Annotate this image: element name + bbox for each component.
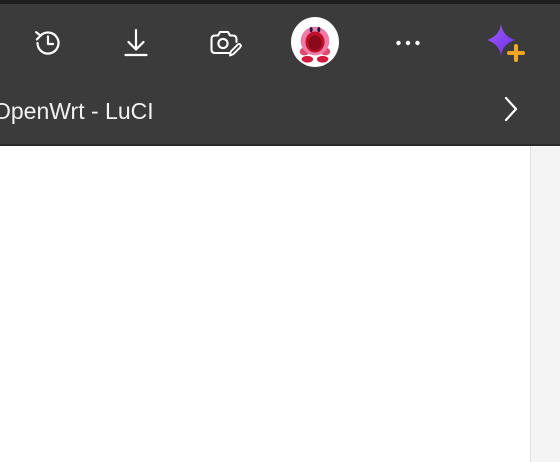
tab-scroll-right-button[interactable] [494, 93, 526, 125]
downloads-button[interactable] [114, 21, 158, 65]
chevron-right-icon [504, 96, 518, 122]
page-content [0, 146, 530, 462]
history-button[interactable] [26, 21, 70, 65]
copilot-button[interactable] [482, 21, 526, 65]
screenshot-icon [210, 30, 242, 57]
download-icon [124, 28, 148, 57]
tab-title[interactable]: OpenWrt - LuCI [0, 97, 154, 125]
more-options-icon [396, 40, 420, 46]
more-options-button[interactable] [386, 21, 430, 65]
screenshot-button[interactable] [202, 21, 246, 65]
history-icon [35, 31, 60, 55]
tab-bar: OpenWrt - LuCI [0, 81, 560, 144]
profile-button[interactable] [293, 19, 337, 65]
copilot-sparkle-icon [487, 24, 525, 62]
browser-toolbar [0, 4, 560, 81]
kirby-avatar-icon [293, 20, 337, 64]
vertical-scrollbar[interactable] [530, 146, 560, 462]
profile-avatar [293, 19, 337, 65]
browser-window: OpenWrt - LuCI [0, 0, 560, 462]
